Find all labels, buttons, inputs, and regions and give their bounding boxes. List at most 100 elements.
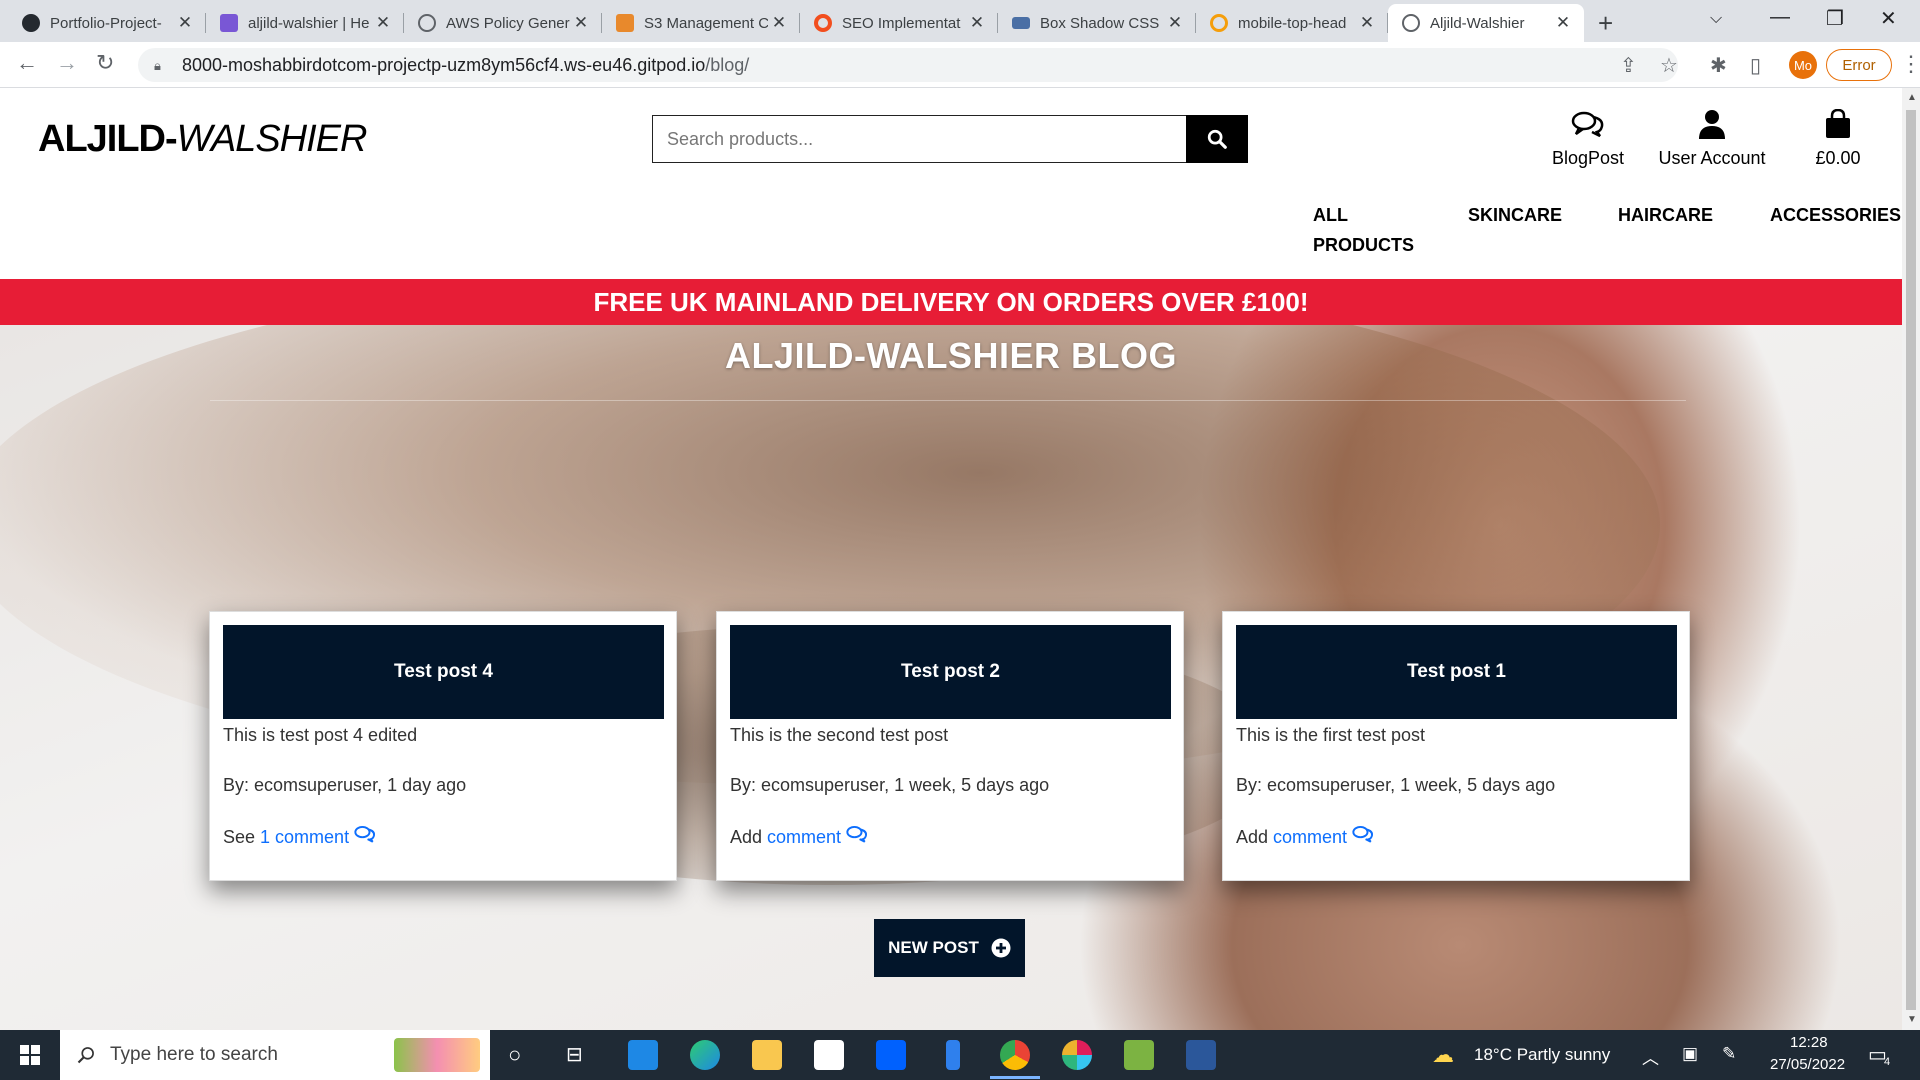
browser-tab[interactable]: Portfolio-Project- ✕ (8, 4, 206, 42)
meet-now-icon[interactable]: ▣ (1682, 1044, 1698, 1064)
close-tab-icon[interactable]: ✕ (1552, 13, 1574, 33)
browser-tab[interactable]: S3 Management C ✕ (602, 4, 800, 42)
new-tab-button[interactable]: + (1598, 8, 1613, 39)
tab-search-icon[interactable]: ⌵ (1710, 10, 1722, 28)
menu-kebab-icon[interactable]: ⋮ (1900, 51, 1920, 77)
taskbar-search[interactable]: Type here to search (60, 1030, 490, 1080)
post-byline: By: ecomsuperuser, 1 week, 5 days ago (1236, 775, 1556, 795)
site-header: ALJILD-WALSHIER BlogPost User Account £0… (0, 88, 1902, 279)
microsoft-store-icon[interactable] (814, 1040, 844, 1070)
dropbox-icon[interactable] (876, 1040, 906, 1070)
comment-link[interactable]: comment (767, 827, 841, 847)
reload-icon[interactable]: ↻ (96, 50, 114, 76)
new-post-button[interactable]: NEW POST (874, 919, 1025, 977)
clock-time[interactable]: 12:28 (1790, 1034, 1828, 1051)
close-tab-icon[interactable]: ✕ (1356, 13, 1378, 33)
search-input[interactable] (652, 115, 1186, 163)
post-title[interactable]: Test post 1 (1236, 625, 1677, 719)
url-host: 8000-moshabbirdotcom-projectp-uzm8ym56cf… (182, 54, 706, 75)
search-button[interactable] (1186, 115, 1248, 163)
close-tab-icon[interactable]: ✕ (768, 13, 790, 33)
show-hidden-icons[interactable]: ︿ (1642, 1044, 1659, 1069)
comment-prefix: Add (1236, 827, 1274, 847)
browser-tab[interactable]: Box Shadow CSS ✕ (998, 4, 1196, 42)
word-icon[interactable] (1186, 1040, 1216, 1070)
clock-date[interactable]: 27/05/2022 (1770, 1056, 1845, 1073)
close-tab-icon[interactable]: ✕ (966, 13, 988, 33)
comments-icon[interactable] (354, 825, 376, 843)
comment-prefix: Add (730, 827, 768, 847)
close-tab-icon[interactable]: ✕ (1164, 13, 1186, 33)
mail-icon[interactable] (628, 1040, 658, 1070)
comments-icon[interactable] (1352, 825, 1374, 843)
comments-icon[interactable] (846, 825, 868, 843)
weather-text[interactable]: 18°C Partly sunny (1474, 1045, 1610, 1065)
task-view-cortana-icon[interactable]: ○ (508, 1042, 521, 1068)
close-tab-icon[interactable]: ✕ (174, 13, 196, 33)
nav-accessories[interactable]: ACCESSORIES (1770, 200, 1901, 230)
close-window-icon[interactable]: ✕ (1880, 6, 1897, 31)
minimize-icon[interactable]: — (1770, 6, 1790, 29)
windows-taskbar: Type here to search ○ ⊟ ☁ 18°C Partly su… (0, 1030, 1920, 1080)
logo-text-italic: WALSHIER (176, 118, 368, 160)
browser-tab[interactable]: SEO Implementat ✕ (800, 4, 998, 42)
box-shadow-icon (1012, 17, 1030, 29)
post-title[interactable]: Test post 2 (730, 625, 1171, 719)
chrome-icon[interactable] (1000, 1040, 1030, 1070)
page-scrollbar[interactable]: ▲ ▼ (1902, 88, 1920, 1030)
browser-tab-active[interactable]: Aljild-Walshier ✕ (1388, 4, 1584, 42)
scroll-up-icon[interactable]: ▲ (1907, 92, 1917, 103)
blog-title: ALJILD-WALSHIER BLOG (725, 335, 1177, 376)
cart-link[interactable]: £0.00 (1800, 106, 1876, 169)
error-button[interactable]: Error (1826, 49, 1892, 81)
browser-tab[interactable]: aljild-walshier | He ✕ (206, 4, 404, 42)
extensions-icon[interactable]: ✱ (1710, 53, 1727, 78)
comment-link[interactable]: 1 comment (260, 827, 349, 847)
web-page: ALJILD-WALSHIER BlogPost User Account £0… (0, 88, 1902, 1030)
restore-icon[interactable]: ❐ (1826, 6, 1844, 31)
post-title[interactable]: Test post 4 (223, 625, 664, 719)
photos-icon[interactable] (1124, 1040, 1154, 1070)
scroll-down-icon[interactable]: ▼ (1907, 1014, 1917, 1025)
address-bar[interactable]: 🔒︎ 8000-moshabbirdotcom-projectp-uzm8ym5… (138, 48, 1678, 82)
product-search (652, 115, 1248, 163)
title-divider (210, 400, 1686, 401)
browser-tab[interactable]: mobile-top-head ✕ (1196, 4, 1388, 42)
tab-title: AWS Policy Gener (446, 14, 570, 32)
task-view-icon[interactable]: ⊟ (566, 1042, 583, 1067)
close-tab-icon[interactable]: ✕ (570, 13, 592, 33)
nav-skincare[interactable]: SKINCARE (1468, 200, 1562, 230)
file-explorer-icon[interactable] (752, 1040, 782, 1070)
profile-avatar[interactable]: Mo (1789, 51, 1817, 79)
side-panel-icon[interactable]: ▯ (1750, 53, 1761, 78)
nav-haircare[interactable]: HAIRCARE (1618, 200, 1713, 230)
bookmark-star-icon[interactable]: ☆ (1660, 53, 1678, 78)
aws-s3-icon (616, 14, 634, 32)
post-excerpt: This is the first test post (1236, 725, 1426, 745)
nav-all-products[interactable]: ALL PRODUCTS (1313, 200, 1414, 260)
back-icon[interactable]: ← (16, 50, 38, 76)
blogpost-label: BlogPost (1551, 148, 1625, 168)
cart-total: £0.00 (1815, 148, 1861, 168)
g-logo-icon (1210, 14, 1228, 32)
comment-link[interactable]: comment (1273, 827, 1347, 847)
tab-title: Portfolio-Project- (50, 14, 162, 32)
shopping-bag-icon (1826, 109, 1850, 138)
browser-tab[interactable]: AWS Policy Gener ✕ (404, 4, 602, 42)
scrollbar-thumb[interactable] (1906, 110, 1916, 1010)
user-account-link[interactable]: User Account (1654, 106, 1770, 169)
share-icon[interactable]: ⇪ (1620, 53, 1637, 78)
blogpost-link[interactable]: BlogPost (1538, 106, 1638, 169)
forward-icon[interactable]: → (56, 50, 78, 76)
tab-title: SEO Implementat (842, 14, 961, 32)
site-logo[interactable]: ALJILD-WALSHIER (38, 118, 368, 161)
notification-count: 4 (1884, 1056, 1891, 1068)
close-tab-icon[interactable]: ✕ (372, 13, 394, 33)
edge-icon[interactable] (690, 1040, 720, 1070)
pen-icon[interactable]: ✎ (1722, 1044, 1736, 1064)
windows-start-icon[interactable] (20, 1045, 40, 1065)
vscode-icon[interactable] (946, 1040, 960, 1070)
plus-circle-icon (991, 938, 1011, 958)
blog-post-card: Test post 2 This is the second test post… (716, 611, 1184, 881)
slack-icon[interactable] (1062, 1040, 1092, 1070)
